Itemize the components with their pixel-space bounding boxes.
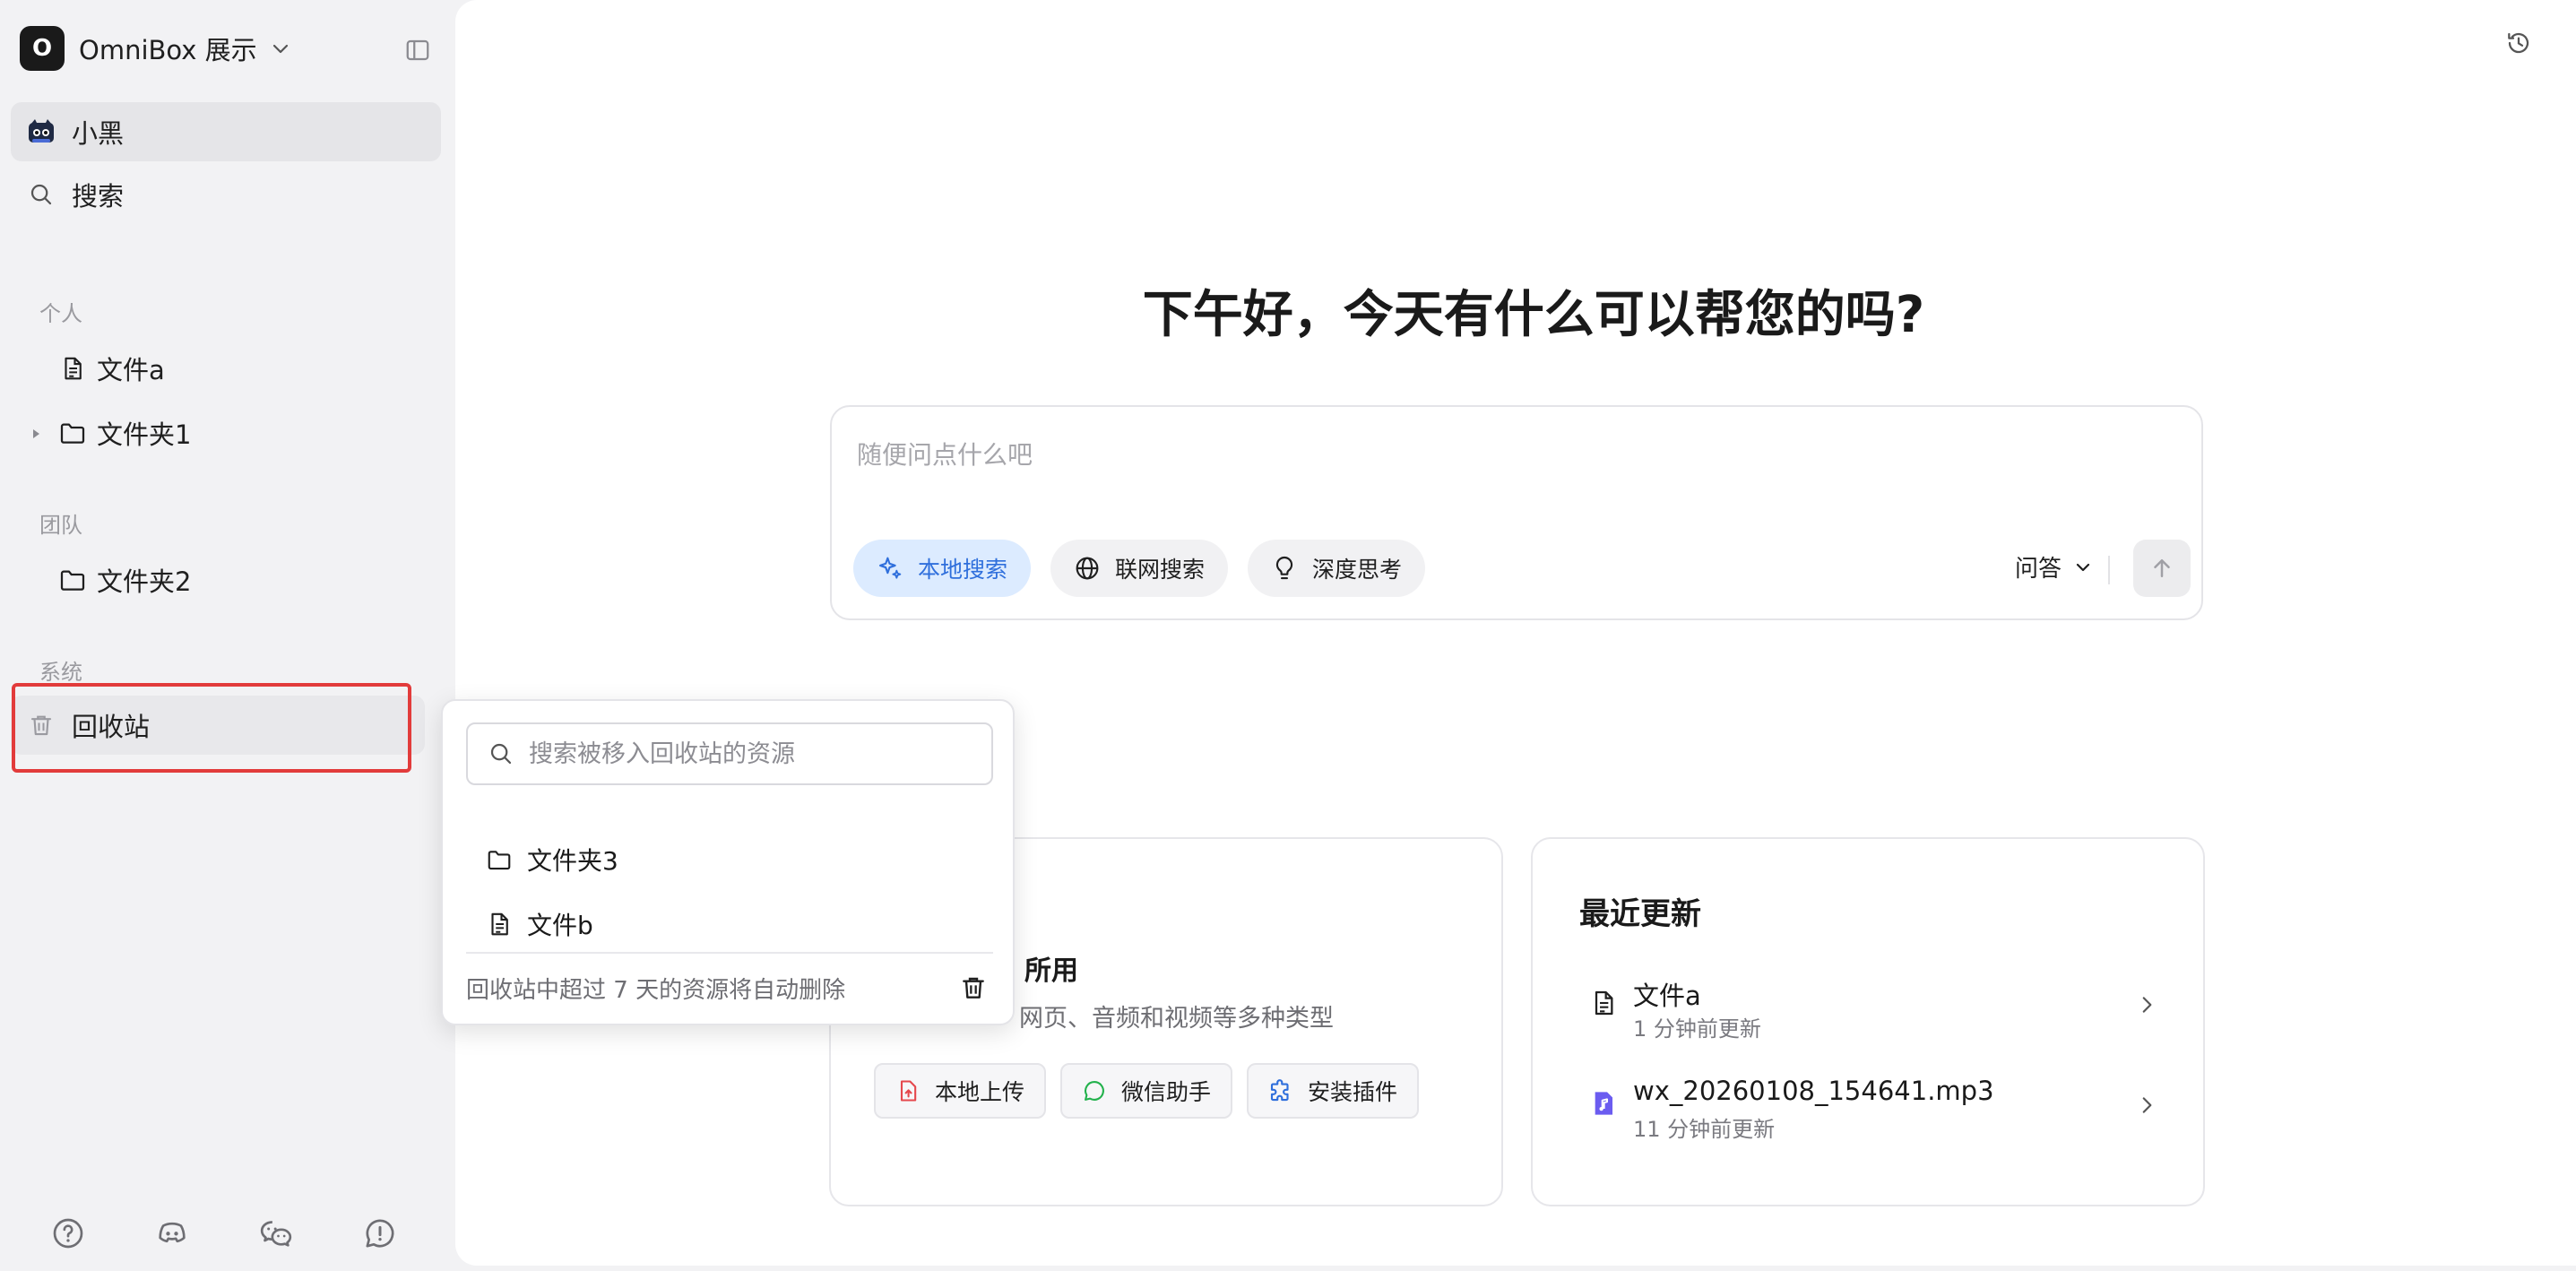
recent-item[interactable]: 文件a 1 分钟前更新 bbox=[1586, 975, 2160, 1047]
popover-divider bbox=[466, 952, 993, 954]
history-icon[interactable] bbox=[2499, 23, 2538, 63]
chat-input-box[interactable]: 随便问点什么吧 本地搜索 联网搜索 深度思考 问答 bbox=[830, 405, 2203, 620]
feedback-icon[interactable] bbox=[360, 1214, 400, 1253]
chat-input-placeholder[interactable]: 随便问点什么吧 bbox=[857, 436, 1033, 471]
toolbar-divider bbox=[2108, 556, 2110, 584]
chevron-right-icon bbox=[2133, 1092, 2160, 1119]
cat-avatar-icon bbox=[25, 116, 57, 148]
sidebar-toggle-icon[interactable] bbox=[400, 32, 436, 68]
trash-item-label: 文件夹3 bbox=[527, 846, 618, 876]
button-label: 安装插件 bbox=[1308, 1079, 1398, 1105]
trash-search-field[interactable] bbox=[466, 722, 993, 785]
folder-icon bbox=[57, 418, 88, 448]
local-upload-button[interactable]: 本地上传 bbox=[874, 1063, 1047, 1119]
chevron-down-icon bbox=[270, 38, 291, 59]
main-panel: 下午好，今天有什么可以帮您的吗? 随便问点什么吧 本地搜索 联网搜索 深度思考 … bbox=[455, 0, 2576, 1266]
recent-item-time: 11 分钟前更新 bbox=[1633, 1117, 1776, 1142]
greeting-heading: 下午好，今天有什么可以帮您的吗? bbox=[1142, 286, 1925, 344]
chip-web-search[interactable]: 联网搜索 bbox=[1050, 540, 1229, 597]
audio-file-icon bbox=[1586, 1086, 1621, 1120]
sidebar-item-label: 搜索 bbox=[72, 181, 125, 212]
sidebar-item-folder-1[interactable]: 文件夹1 bbox=[57, 411, 191, 455]
trash-highlight-frame bbox=[12, 683, 411, 773]
tree-item-label: 文件夹2 bbox=[97, 566, 192, 597]
recent-item[interactable]: wx_20260108_154641.mp3 11 分钟前更新 bbox=[1586, 1076, 2160, 1147]
sidebar-item-label: 小黑 bbox=[72, 118, 125, 149]
trash-item-folder[interactable]: 文件夹3 bbox=[484, 837, 618, 882]
mode-select[interactable]: 问答 bbox=[2015, 550, 2094, 584]
send-button[interactable] bbox=[2133, 540, 2191, 597]
folder-icon bbox=[57, 565, 88, 595]
chip-label: 本地搜索 bbox=[918, 557, 1008, 583]
document-icon bbox=[484, 909, 514, 939]
button-label: 微信助手 bbox=[1121, 1079, 1212, 1105]
discord-icon[interactable] bbox=[152, 1214, 192, 1253]
resource-card-title: 所用 bbox=[1024, 955, 1078, 987]
trash-popover: 文件夹3 文件b 回收站中超过 7 天的资源将自动删除 bbox=[441, 699, 1015, 1025]
folder-icon bbox=[484, 844, 514, 875]
sparkle-icon bbox=[875, 553, 905, 584]
arrow-up-icon bbox=[2154, 559, 2170, 577]
upload-file-icon bbox=[894, 1076, 922, 1105]
sidebar-item-user[interactable]: 小黑 bbox=[11, 102, 441, 161]
search-icon bbox=[25, 178, 57, 211]
sidebar-item-file-a[interactable]: 文件a bbox=[57, 346, 165, 391]
install-plugin-button[interactable]: 安装插件 bbox=[1247, 1063, 1420, 1119]
sidebar-item-folder-2[interactable]: 文件夹2 bbox=[57, 558, 191, 602]
chevron-right-icon bbox=[2133, 991, 2160, 1018]
chevron-down-icon bbox=[2072, 557, 2094, 578]
sidebar-item-search[interactable]: 搜索 bbox=[11, 165, 441, 224]
recent-item-name: wx_20260108_154641.mp3 bbox=[1633, 1076, 1994, 1106]
recent-item-time: 1 分钟前更新 bbox=[1633, 1016, 1761, 1042]
expand-caret-icon[interactable] bbox=[27, 425, 45, 443]
chip-label: 联网搜索 bbox=[1115, 557, 1206, 583]
search-icon bbox=[488, 740, 514, 767]
document-icon bbox=[1586, 986, 1621, 1020]
resource-card-description: 网页、音频和视频等多种类型 bbox=[1019, 1005, 1334, 1033]
trash-item-file[interactable]: 文件b bbox=[484, 902, 593, 947]
chip-deep-think[interactable]: 深度思考 bbox=[1248, 540, 1426, 597]
workspace-name: OmniBox 展示 bbox=[79, 35, 257, 65]
button-label: 本地上传 bbox=[935, 1079, 1025, 1105]
chip-label: 深度思考 bbox=[1312, 557, 1403, 583]
trash-retention-note: 回收站中超过 7 天的资源将自动删除 bbox=[466, 977, 846, 1004]
tree-item-label: 文件夹1 bbox=[97, 419, 192, 450]
wechat-assistant-button[interactable]: 微信助手 bbox=[1060, 1063, 1233, 1119]
tree-item-label: 文件a bbox=[97, 355, 165, 385]
recent-updates-card: 最近更新 文件a 1 分钟前更新 wx_20260108_154641.mp3 … bbox=[1531, 837, 2205, 1206]
section-label-system: 系统 bbox=[39, 660, 82, 685]
wechat-icon[interactable] bbox=[256, 1214, 296, 1253]
workspace-logo: O bbox=[20, 26, 65, 71]
trash-item-label: 文件b bbox=[527, 911, 593, 940]
recent-item-name: 文件a bbox=[1633, 981, 1701, 1011]
chip-local-search[interactable]: 本地搜索 bbox=[853, 540, 1032, 597]
sidebar-footer bbox=[48, 1214, 400, 1253]
lightbulb-icon bbox=[1269, 553, 1300, 584]
empty-trash-icon[interactable] bbox=[957, 972, 990, 1004]
section-label-team: 团队 bbox=[39, 513, 82, 538]
sidebar: O OmniBox 展示 小黑 搜索 个人 文件a 文件夹1 团队 文件夹2 系… bbox=[0, 0, 455, 1271]
section-label-personal: 个人 bbox=[39, 301, 82, 326]
mode-select-value: 问答 bbox=[2015, 556, 2062, 583]
document-icon bbox=[57, 353, 88, 384]
chat-bubble-icon bbox=[1080, 1076, 1109, 1105]
help-icon[interactable] bbox=[48, 1214, 88, 1253]
recent-updates-title: 最近更新 bbox=[1579, 896, 1701, 932]
globe-icon bbox=[1072, 553, 1102, 584]
workspace-switcher[interactable]: O OmniBox 展示 bbox=[20, 25, 291, 72]
puzzle-icon bbox=[1266, 1076, 1295, 1105]
trash-search-input[interactable] bbox=[529, 739, 977, 768]
